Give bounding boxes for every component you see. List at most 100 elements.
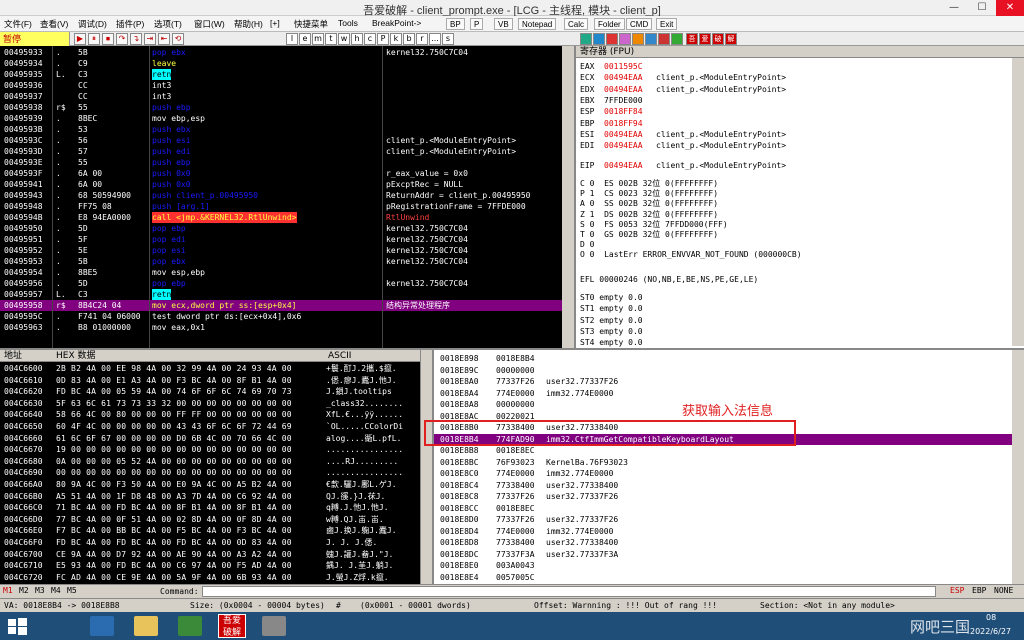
- register-pointer-button[interactable]: NONE: [994, 586, 1013, 595]
- menu-item-8[interactable]: 快捷菜单: [294, 18, 328, 30]
- window-toggle-button[interactable]: e: [299, 33, 311, 45]
- disasm-row[interactable]: 00495937 CC int3: [0, 91, 574, 102]
- plugin-icon[interactable]: [606, 33, 618, 45]
- menu-item-1[interactable]: 查看(V): [40, 18, 68, 30]
- disasm-row[interactable]: 00495935 L. C3 retn: [0, 69, 574, 80]
- fpu-row[interactable]: ST2 empty 0.0: [580, 315, 643, 326]
- debug-control-icon[interactable]: ▶: [74, 33, 86, 45]
- dump-header-hex[interactable]: HEX 数据: [52, 350, 324, 362]
- debug-control-icon[interactable]: ↷: [116, 33, 128, 45]
- quick-button-6[interactable]: CMD: [626, 18, 653, 30]
- dump-scrollbar[interactable]: [420, 350, 432, 586]
- dump-row[interactable]: 004C66A0 80 9A 4C 00 F3 50 4A 00 E0 9A 4C…: [0, 479, 420, 490]
- plugin-icon[interactable]: [619, 33, 631, 45]
- window-toggle-button[interactable]: w: [338, 33, 350, 45]
- quick-button-5[interactable]: Folder: [594, 18, 625, 30]
- disasm-row[interactable]: 0049593F. 6A 00 push 0x0 r_eax_value = 0x0: [0, 168, 574, 179]
- folder-icon[interactable]: [134, 616, 158, 636]
- dump-row[interactable]: 004C6650 60 4F 4C 00 00 00 00 00 43 43 6F…: [0, 421, 420, 432]
- dump-row[interactable]: 004C6610 0D 83 4A 00 E1 A3 4A 00 F3 BC 4A…: [0, 375, 420, 386]
- dump-header-address[interactable]: 地址: [0, 350, 52, 362]
- stack-row[interactable]: 0018E8A4 774E0000 imm32.774E0000: [434, 388, 1012, 399]
- plugin-icon[interactable]: [671, 33, 683, 45]
- disasm-row[interactable]: 0049593B. 53 push ebx: [0, 124, 574, 135]
- window-toggle-button[interactable]: l: [286, 33, 298, 45]
- dump-row[interactable]: 004C6670 19 00 00 00 00 00 00 00 00 00 00…: [0, 444, 420, 455]
- powershell-icon[interactable]: [90, 616, 114, 636]
- stack-pane[interactable]: 0018E898 0018E8B4 0018E89C 00000000 0018E8A0…: [424, 348, 1024, 586]
- debug-control-icon[interactable]: ↴: [130, 33, 142, 45]
- window-toggle-button[interactable]: c: [364, 33, 376, 45]
- fpu-row[interactable]: ST1 empty 0.0: [580, 303, 643, 314]
- dump-row[interactable]: 004C6660 61 6C 6F 67 00 00 00 00 D0 6B 4C…: [0, 433, 420, 444]
- dump-row[interactable]: 004C6690 00 00 00 00 00 00 00 00 00 00 00…: [0, 467, 420, 478]
- disasm-row[interactable]: 0049594B. E8 94EA0000 call <jmp.&KERNEL32.…: [0, 212, 574, 223]
- debug-control-icon[interactable]: ⇤: [158, 33, 170, 45]
- window-toggle-button[interactable]: t: [325, 33, 337, 45]
- stack-row[interactable]: 0018E8E0 003A0043: [434, 560, 1012, 571]
- stack-row[interactable]: 0018E89C 00000000: [434, 365, 1012, 376]
- quick-button-0[interactable]: BP: [446, 18, 465, 30]
- register-row[interactable]: EAX 0011595C: [580, 61, 643, 72]
- plugin-icon[interactable]: [658, 33, 670, 45]
- quick-button-1[interactable]: P: [470, 18, 484, 30]
- registers-pane[interactable]: 寄存器 (FPU) EAX 0011595C ECX 00494EAA client_p…: [574, 46, 1024, 348]
- disasm-row[interactable]: 00495934. C9 leave: [0, 58, 574, 69]
- disasm-row[interactable]: 0049593E. 55 push ebp: [0, 157, 574, 168]
- dump-row[interactable]: 004C6640 58 66 4C 00 80 00 00 00 FF FF 00…: [0, 409, 420, 420]
- dump-row[interactable]: 004C6620 FD BC 4A 00 05 59 4A 00 74 6F 6F…: [0, 386, 420, 397]
- disasm-row[interactable]: 00495939. 8BEC mov ebp,esp: [0, 113, 574, 124]
- dump-row[interactable]: 004C6630 5F 63 6C 61 73 73 33 32 00 00 00…: [0, 398, 420, 409]
- stack-row[interactable]: 0018E8BC 76F93023 KernelBa.76F93023: [434, 457, 1012, 468]
- quick-button-3[interactable]: Notepad: [518, 18, 557, 30]
- stack-row[interactable]: 0018E8CC 0018E8EC: [434, 503, 1012, 514]
- window-toggle-button[interactable]: h: [351, 33, 363, 45]
- register-row[interactable]: EBP 0018FF94: [580, 118, 643, 129]
- window-toggle-button[interactable]: r: [416, 33, 428, 45]
- stack-row[interactable]: 0018E8B8 0018E8EC: [434, 445, 1012, 456]
- disasm-row[interactable]: 00495958 r$ 8B4C24 04 mov ecx,dword ptr ss:…: [0, 300, 574, 311]
- register-row[interactable]: EDI 00494EAA client_p.<ModuleEntryPoint>: [580, 140, 786, 151]
- plugin-icon[interactable]: [645, 33, 657, 45]
- register-pointer-button[interactable]: ESP: [950, 586, 964, 595]
- menu-item-2[interactable]: 调试(D): [78, 18, 107, 30]
- disasm-row[interactable]: 00495950. 5D pop ebp kernel32.750C7C04: [0, 223, 574, 234]
- quick-button-7[interactable]: Exit: [656, 18, 678, 30]
- debug-control-icon[interactable]: ⟲: [172, 33, 184, 45]
- disasm-row[interactable]: 0049593D. 57 push edi client_p.<ModuleEntry…: [0, 146, 574, 157]
- dump-row[interactable]: 004C6700 CE 9A 4A 00 D7 92 4A 00 AE 90 4A…: [0, 549, 420, 560]
- dump-row[interactable]: 004C66D0 77 BC 4A 00 0F 51 4A 00 02 8D 4A…: [0, 514, 420, 525]
- disasm-row[interactable]: 00495938 r$ 55 push ebp: [0, 102, 574, 113]
- register-row[interactable]: EDX 00494EAA client_p.<ModuleEntryPoint>: [580, 84, 786, 95]
- dump-row[interactable]: 004C66C0 71 BC 4A 00 FD BC 4A 00 8F B1 4A…: [0, 502, 420, 513]
- memory-tab-2[interactable]: M2: [19, 586, 29, 595]
- disasm-row[interactable]: 0049595C. F741 04 06000 test dword ptr ds:…: [0, 311, 574, 322]
- dump-row[interactable]: 004C66B0 A5 51 4A 00 1F D8 48 00 A3 7D 4A…: [0, 491, 420, 502]
- quick-button-2[interactable]: VB: [494, 18, 513, 30]
- stack-scrollbar[interactable]: [1012, 350, 1024, 586]
- disasm-row[interactable]: 00495954. 8BE5 mov esp,ebp: [0, 267, 574, 278]
- menu-item-7[interactable]: [+]: [270, 18, 280, 28]
- debugger-app-icon[interactable]: 吾爱破解: [218, 614, 246, 638]
- window-toggle-button[interactable]: s: [442, 33, 454, 45]
- register-row[interactable]: EBX 7FFDE000: [580, 95, 643, 106]
- dump-row[interactable]: 004C6680 0A 00 00 00 05 52 4A 00 00 00 00…: [0, 456, 420, 467]
- flag-row[interactable]: T 0 GS 002B 32位 0(FFFFFFFF): [580, 229, 718, 240]
- disasm-row[interactable]: 00495953. 5B pop ebx kernel32.750C7C04: [0, 256, 574, 267]
- window-toggle-button[interactable]: m: [312, 33, 324, 45]
- network-icon[interactable]: [178, 616, 202, 636]
- disasm-row[interactable]: 00495951. 5F pop edi kernel32.750C7C04: [0, 234, 574, 245]
- register-row[interactable]: ESP 0018FF84: [580, 106, 643, 117]
- window-toggle-button[interactable]: ...: [429, 33, 441, 45]
- menu-item-9[interactable]: Tools: [338, 18, 358, 28]
- window-toggle-button[interactable]: k: [390, 33, 402, 45]
- command-input[interactable]: [202, 586, 936, 597]
- menu-item-4[interactable]: 选项(T): [154, 18, 182, 30]
- disasm-row[interactable]: 00495936 CC int3: [0, 80, 574, 91]
- start-button[interactable]: [6, 616, 28, 636]
- maximize-button[interactable]: ☐: [968, 0, 996, 16]
- fpu-row[interactable]: ST4 empty 0.0: [580, 337, 643, 348]
- register-pointer-button[interactable]: EBP: [972, 586, 986, 595]
- stack-row[interactable]: 0018E898 0018E8B4: [434, 353, 1012, 364]
- plugin-icon[interactable]: [593, 33, 605, 45]
